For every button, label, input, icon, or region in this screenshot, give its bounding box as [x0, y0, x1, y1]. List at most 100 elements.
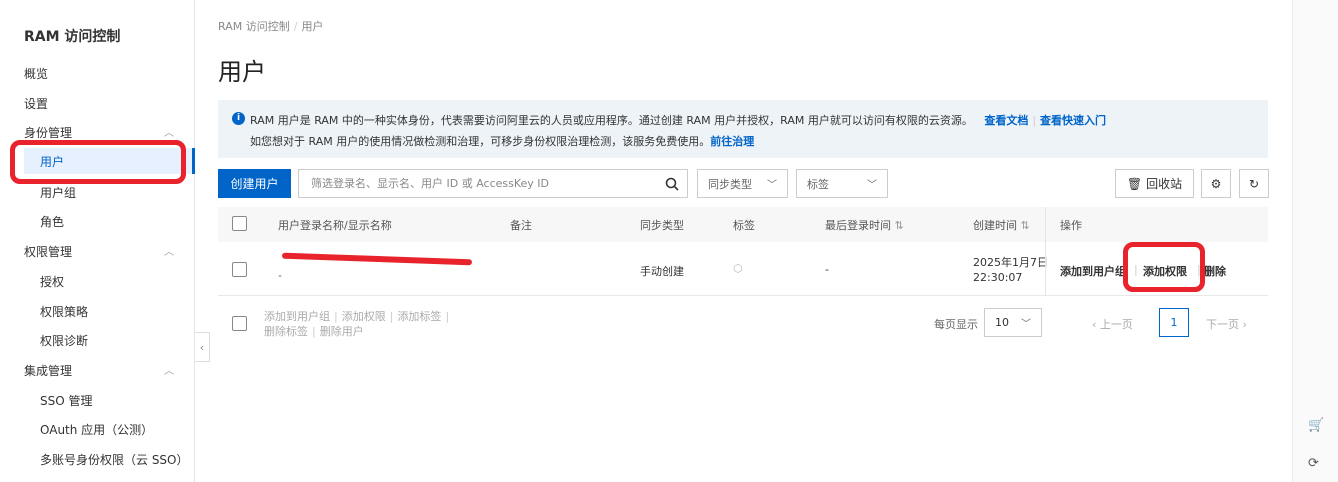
sidebar-item-policies[interactable]: 权限策略: [40, 303, 88, 320]
sidebar-group-identity[interactable]: 身份管理 ︿: [24, 124, 174, 141]
column-divider: [1045, 207, 1046, 296]
trash-icon: 🗑: [1126, 176, 1143, 191]
sidebar-group-label: 身份管理: [24, 126, 73, 140]
next-page-button[interactable]: 下一页 ›: [1206, 316, 1247, 332]
breadcrumb-root[interactable]: RAM 访问控制: [218, 20, 290, 33]
quickstart-link[interactable]: 查看快速入门: [1040, 114, 1106, 127]
sidebar-group-permission[interactable]: 权限管理 ︿: [24, 243, 174, 260]
delete-link[interactable]: 删除: [1204, 263, 1226, 279]
sidebar-item-roles[interactable]: 角色: [40, 213, 64, 230]
chevron-down-icon: ﹀: [1021, 319, 1031, 330]
last-login-value: -: [825, 263, 829, 276]
refresh-icon: ↻: [1248, 176, 1260, 191]
bulk-delete-user[interactable]: 删除用户: [320, 325, 364, 338]
chevron-left-icon: ‹: [1092, 318, 1097, 331]
page-1-button[interactable]: 1: [1159, 308, 1189, 337]
header-login-name: 用户登录名称/显示名称: [278, 219, 392, 232]
header-actions: 操作: [1060, 219, 1082, 232]
tag-icon[interactable]: ⬡: [733, 262, 743, 275]
prev-page-button[interactable]: ‹ 上一页: [1092, 316, 1133, 332]
breadcrumb: RAM 访问控制 / 用户: [218, 18, 323, 34]
sync-type-value: 手动创建: [640, 265, 684, 278]
info-icon: i: [232, 112, 245, 125]
gear-icon: ⚙: [1210, 176, 1222, 191]
bulk-actions: 添加到用户组 | 添加权限 | 添加标签 | 删除标签 | 删除用户: [264, 309, 453, 339]
sidebar-item-diagnostics[interactable]: 权限诊断: [40, 332, 88, 349]
governance-link[interactable]: 前往治理: [710, 135, 754, 148]
recycle-bin-button[interactable]: 🗑 回收站: [1115, 169, 1194, 198]
tags-select[interactable]: 标签 ﹀: [796, 169, 888, 198]
header-note: 备注: [510, 219, 532, 232]
sidebar-title: RAM 访问控制: [24, 29, 121, 45]
search-box: [298, 169, 688, 198]
highlight-annotation: [10, 140, 186, 184]
sidebar-group-integration[interactable]: 集成管理 ︿: [24, 362, 174, 379]
right-rail: [1292, 0, 1338, 482]
notice-text: RAM 用户是 RAM 中的一种实体身份，代表需要访问阿里云的人员或应用程序。通…: [250, 114, 973, 127]
highlight-annotation: [1123, 242, 1205, 292]
next-label: 下一页: [1206, 318, 1239, 331]
notice-line2: 如您想对于 RAM 用户的使用情况做检测和治理，可移步身份权限治理检测，该服务免…: [250, 133, 754, 149]
prev-label: 上一页: [1099, 318, 1133, 331]
divider: |: [445, 310, 450, 323]
display-name: -: [278, 269, 282, 282]
sidebar-item-grants[interactable]: 授权: [40, 273, 64, 290]
docs-link[interactable]: 查看文档: [984, 114, 1028, 127]
bulk-add-tag[interactable]: 添加标签: [397, 310, 441, 323]
sync-type-select[interactable]: 同步类型 ﹀: [697, 169, 788, 198]
header-label: 最后登录时间: [825, 219, 891, 232]
chevron-up-icon: ︿: [164, 128, 174, 139]
select-all-checkbox[interactable]: [232, 216, 247, 231]
sidebar: RAM 访问控制 概览 设置 身份管理 ︿ 用户 用户组 角色 权限管理 ︿ 授…: [0, 0, 195, 482]
divider: |: [1032, 114, 1037, 127]
select-label: 同步类型: [708, 177, 752, 191]
header-created[interactable]: 创建时间 ⇅: [973, 217, 1030, 233]
chevron-left-icon[interactable]: ‹: [195, 332, 210, 362]
page-size-label: 每页显示: [934, 318, 978, 331]
sidebar-item-user-groups[interactable]: 用户组: [40, 184, 76, 201]
header-label: 创建时间: [973, 219, 1017, 232]
divider: |: [334, 310, 338, 323]
search-icon[interactable]: [657, 170, 687, 197]
cart-icon[interactable]: 🛒: [1308, 418, 1324, 433]
table-header: 用户登录名称/显示名称 备注 同步类型 标签 最后登录时间 ⇅ 创建时间 ⇅ 操…: [218, 207, 1268, 242]
breadcrumb-separator: /: [293, 20, 298, 33]
feedback-icon[interactable]: ⟳: [1308, 456, 1319, 471]
notice-text: 如您想对于 RAM 用户的使用情况做检测和治理，可移步身份权限治理检测，该服务免…: [250, 135, 711, 148]
chevron-up-icon: ︿: [164, 366, 174, 377]
divider: |: [389, 310, 394, 323]
sidebar-item-oauth[interactable]: OAuth 应用（公测）: [40, 421, 153, 438]
sidebar-group-label: 集成管理: [24, 364, 73, 378]
search-input[interactable]: [299, 170, 659, 197]
row-checkbox[interactable]: [232, 262, 247, 277]
notice-line1: RAM 用户是 RAM 中的一种实体身份，代表需要访问阿里云的人员或应用程序。通…: [250, 112, 1106, 128]
settings-button[interactable]: ⚙: [1201, 169, 1231, 198]
sidebar-active-indicator: [192, 148, 195, 174]
header-sync-type: 同步类型: [640, 219, 684, 232]
sidebar-item-settings[interactable]: 设置: [24, 95, 48, 112]
header-tags: 标签: [733, 219, 755, 232]
chevron-right-icon: ›: [1242, 318, 1247, 331]
bulk-select-checkbox[interactable]: [232, 316, 247, 331]
bulk-delete-tag[interactable]: 删除标签: [264, 325, 308, 338]
chevron-down-icon: ﹀: [867, 180, 877, 191]
add-to-group-link[interactable]: 添加到用户组: [1060, 263, 1126, 279]
sidebar-item-multi-account[interactable]: 多账号身份权限（云 SSO）: [40, 451, 189, 468]
chevron-down-icon: ﹀: [767, 180, 777, 191]
create-user-button[interactable]: 创建用户: [218, 169, 291, 198]
refresh-button[interactable]: ↻: [1239, 169, 1269, 198]
sidebar-item-overview[interactable]: 概览: [24, 65, 48, 82]
page-size-select[interactable]: 10 ﹀: [984, 308, 1042, 337]
info-notice: i RAM 用户是 RAM 中的一种实体身份，代表需要访问阿里云的人员或应用程序…: [218, 100, 1268, 158]
sidebar-item-sso[interactable]: SSO 管理: [40, 392, 93, 409]
page-title: 用户: [218, 58, 266, 86]
chevron-up-icon: ︿: [164, 247, 174, 258]
bulk-add-to-group[interactable]: 添加到用户组: [264, 310, 330, 323]
table-row: - 手动创建 ⬡ - 2025年1月7日 22:30:07 添加到用户组 | 添…: [218, 242, 1268, 296]
header-last-login[interactable]: 最后登录时间 ⇅: [825, 217, 904, 233]
bulk-add-permission[interactable]: 添加权限: [342, 310, 386, 323]
sidebar-group-label: 权限管理: [24, 245, 73, 259]
sort-icon: ⇅: [1020, 219, 1030, 232]
created-date: 2025年1月7日: [973, 256, 1048, 269]
sort-icon: ⇅: [894, 219, 904, 232]
